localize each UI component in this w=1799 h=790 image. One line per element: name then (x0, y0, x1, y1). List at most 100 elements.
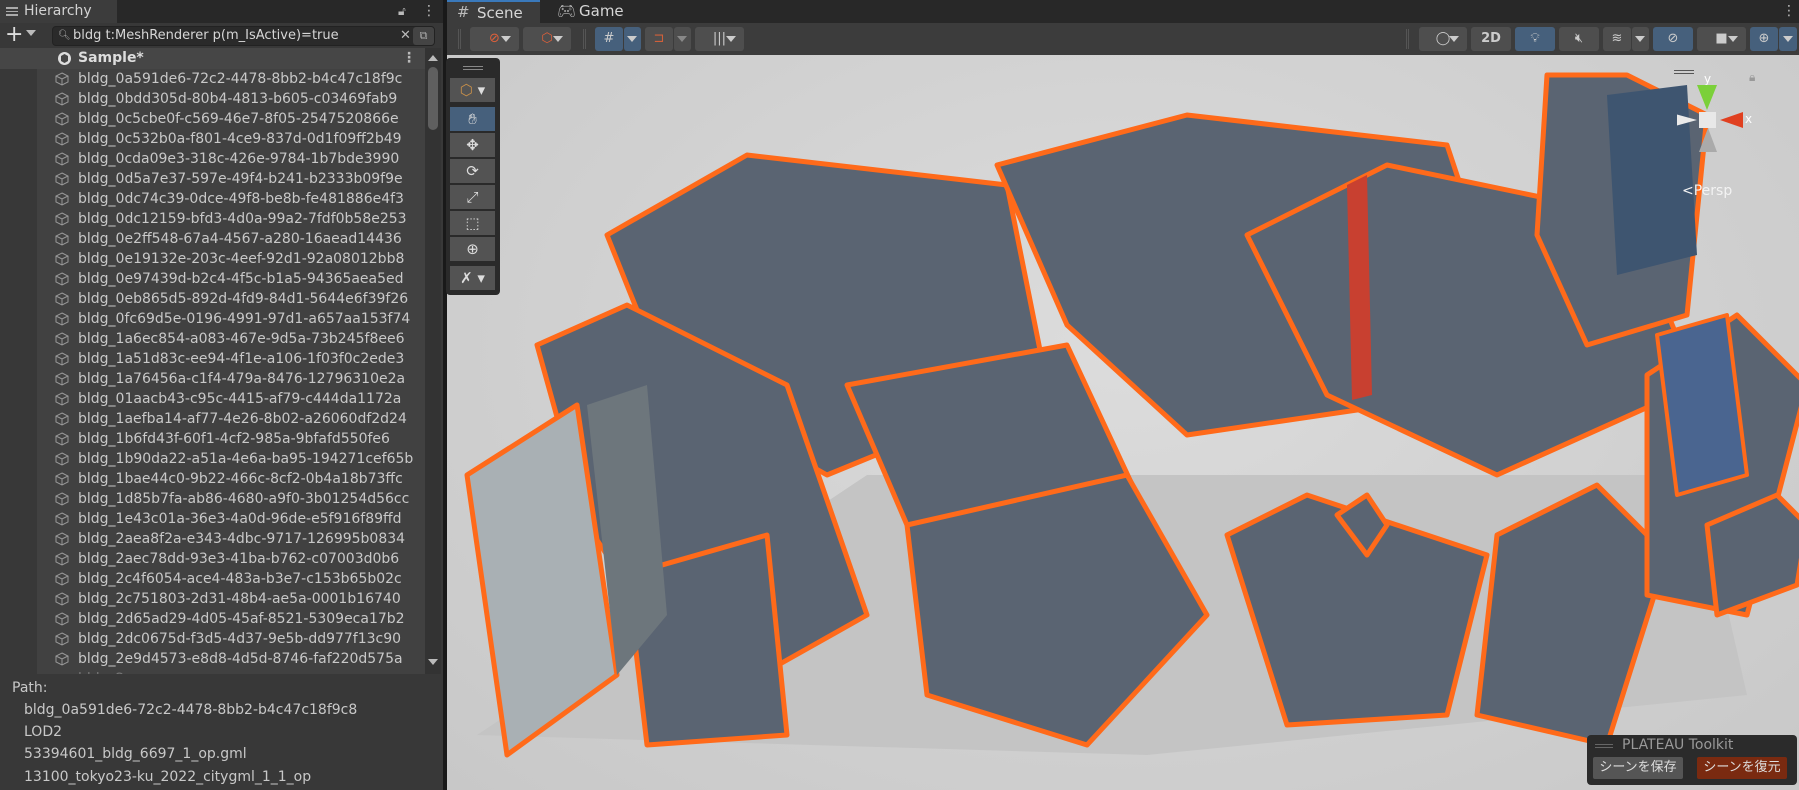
gameobject-cube-icon (55, 612, 69, 626)
gameobject-cube-icon (55, 192, 69, 206)
hierarchy-tab[interactable]: Hierarchy (0, 0, 117, 23)
tab-game[interactable]: 🎮︎ Game (547, 0, 627, 23)
scroll-down-icon[interactable] (428, 659, 438, 665)
plateau-toolkit-overlay: PLATEAU Toolkit シーンを保存 シーンを復元 (1587, 735, 1797, 785)
hierarchy-item[interactable]: bldg_1b6fd43f-60f1-4cf2-985a-9bfafd550fe… (37, 429, 425, 449)
hierarchy-item-label: bldg_2dc0675d-f3d5-4d37-9e5b-dd977f13c90 (78, 631, 402, 647)
hierarchy-item[interactable]: bldg_0c5cbe0f-c569-46e7-8f05-2547520866e (37, 109, 425, 129)
hierarchy-item[interactable]: bldg_0bdd305d-80b4-4813-b605-c03469fab9 (37, 89, 425, 109)
orientation-gizmo[interactable]: 🔒︎ y x <Persp (1674, 70, 1777, 200)
scroll-up-icon[interactable] (428, 55, 438, 61)
hierarchy-item[interactable]: bldg_0eb865d5-892d-4fd9-84d1-5644e6f39f2… (37, 289, 425, 309)
hierarchy-item-label: bldg_1b6fd43f-60f1-4cf2-985a-9bfafd550fe… (78, 431, 390, 447)
grid-icon: # (457, 3, 470, 21)
effects-dropdown[interactable] (1632, 27, 1649, 51)
hierarchy-item[interactable]: bldg_2aea8f2a-e343-4dbc-9717-126995b0834 (37, 529, 425, 549)
hierarchy-item[interactable]: bldg_0e19132e-203c-4eef-92d1-92a08012bb8 (37, 249, 425, 269)
effects-icon[interactable]: ≋ (1603, 27, 1631, 51)
view-tool-icon[interactable]: ✋︎ (450, 107, 495, 131)
lighting-toggle-icon[interactable]: 💡︎ (1515, 27, 1555, 51)
hierarchy-item[interactable]: bldg_0dc12159-bfd3-4d0a-99a2-7fdf0b58e25… (37, 209, 425, 229)
gameobject-cube-icon (55, 592, 69, 606)
grid-visibility-button[interactable]: # (595, 27, 623, 51)
gameobject-cube-icon (55, 92, 69, 106)
hierarchy-item[interactable]: bldg_0fc69d5e-0196-4991-97d1-a657aa153f7… (37, 309, 425, 329)
hierarchy-tab-bar: Hierarchy 🔓︎ ⋮ (0, 0, 443, 23)
hierarchy-item[interactable]: bldg_1a51d83c-ee94-4f1e-a106-1f03f0c2ede… (37, 349, 425, 369)
hierarchy-item[interactable]: bldg_0c532b0a-f801-4ce9-837d-0d1f09ff2b4… (37, 129, 425, 149)
gizmos-dropdown[interactable] (1779, 27, 1797, 51)
snap-dropdown[interactable] (674, 27, 691, 51)
hierarchy-item[interactable]: bldg_1aefba14-af77-4e26-8b02-a26060df2d2… (37, 409, 425, 429)
scene-viewport[interactable]: ⬡ ▾ ✋︎ ✥ ⟳ ⤢ ⬚ ⊕ ✗ ▾ 🔒︎ y x <Persp PLATE… (446, 55, 1799, 790)
scale-tool-icon[interactable]: ⤢ (450, 185, 495, 209)
create-dropdown-icon[interactable] (26, 30, 36, 36)
hierarchy-item[interactable]: bldg_1d85b7fa-ab86-4680-a9f0-3b01254d56c… (37, 489, 425, 509)
2d-toggle-button[interactable]: 2D (1471, 27, 1511, 51)
hierarchy-item[interactable]: bldg_2e9d4573-e8d8-4d5d-8746-faf220d575a (37, 649, 425, 669)
restore-scene-button[interactable]: シーンを復元 (1697, 757, 1787, 779)
gameobject-cube-icon (55, 512, 69, 526)
hierarchy-item[interactable]: bldg_01aacb43-c95c-4415-af79-c444da1172a (37, 389, 425, 409)
hierarchy-scrollbar[interactable] (425, 48, 441, 674)
hierarchy-item[interactable]: bldg_0e97439d-b2c4-4f5c-b1a5-94365aea5ed (37, 269, 425, 289)
component-tools-dropdown[interactable]: ⬡ ▾ (450, 78, 495, 102)
grid-dropdown[interactable] (624, 27, 641, 51)
snap-icon[interactable]: ⊐ (645, 27, 673, 51)
hierarchy-item[interactable]: bldg_0dc74c39-0dce-49f8-be8b-fe481886e4f… (37, 189, 425, 209)
tab-scene[interactable]: # Scene (447, 0, 540, 23)
move-tool-icon[interactable]: ✥ (450, 133, 495, 157)
custom-tools-icon[interactable]: ✗ ▾ (450, 266, 495, 290)
search-window-icon[interactable]: ⧉ (413, 27, 434, 45)
camera-dropdown[interactable]: ■ (1697, 27, 1746, 51)
hierarchy-item[interactable]: bldg_2c4f6054-ace4-483a-b3e7-c153b65b02c (37, 569, 425, 589)
hierarchy-item[interactable]: bldg_1bae44c0-9b22-466c-8cf2-0b4a18b73ff… (37, 469, 425, 489)
gizmos-icon[interactable]: ⊕ (1750, 27, 1778, 51)
drag-handle-icon[interactable] (1595, 744, 1613, 748)
scrollbar-thumb[interactable] (428, 67, 438, 130)
hierarchy-item[interactable]: bldg_2aec78dd-93e3-41ba-b762-c07003d0b6 (37, 549, 425, 569)
more-options-icon[interactable]: ⋮ (422, 4, 436, 18)
scene-options-icon[interactable]: ⋮ (1782, 4, 1796, 18)
hierarchy-item[interactable]: bldg_0a591de6-72c2-4478-8bb2-b4c47c18f9c (37, 69, 425, 89)
hierarchy-item-label: bldg_0dc74c39-0dce-49f8-be8b-fe481886e4f… (78, 191, 404, 207)
hierarchy-item[interactable]: bldg_1a76456a-c1f4-479a-8476-12796310e2a (37, 369, 425, 389)
pivot-dropdown[interactable]: ⬡ (523, 27, 571, 51)
hierarchy-item[interactable]: bldg_0e2ff548-67a4-4567-a280-16aead14436 (37, 229, 425, 249)
hierarchy-item-label: bldg_2aec78dd-93e3-41ba-b762-c07003d0b6 (78, 551, 400, 567)
lock-icon[interactable]: 🔓︎ (398, 4, 406, 19)
hierarchy-item[interactable]: bldg_0cda09e3-318c-426e-9784-1b7bde3990 (37, 149, 425, 169)
hidden-objects-icon[interactable]: ⊘ (1653, 27, 1693, 51)
gizmo-handle-dropdown[interactable]: ⊘ (470, 27, 519, 51)
hierarchy-item-label: bldg_1a51d83c-ee94-4f1e-a106-1f03f0c2ede… (78, 351, 405, 367)
transform-tool-icon[interactable]: ⊕ (450, 237, 495, 261)
increment-snap-dropdown[interactable]: ||| (695, 27, 744, 51)
scene-panel: # Scene 🎮︎ Game ⋮ ⊘ ⬡ # ⊐ ||| ◯ 2D 💡︎ 🔇︎… (446, 0, 1799, 790)
audio-mute-icon[interactable]: 🔇︎ (1559, 27, 1599, 51)
projection-label[interactable]: <Persp (1682, 183, 1732, 199)
rotate-tool-icon[interactable]: ⟳ (450, 159, 495, 183)
search-input[interactable]: 🔍︎ bldg t:MeshRenderer p(m_IsActive)=tru… (52, 26, 435, 46)
create-plus-icon[interactable]: + (5, 24, 23, 46)
rect-tool-icon[interactable]: ⬚ (450, 211, 495, 235)
clear-search-icon[interactable]: ✕ (400, 27, 411, 45)
hierarchy-item[interactable]: bldg_2d65ad29-4d05-45af-8521-5309eca17b2 (37, 609, 425, 629)
hierarchy-item[interactable]: bldg_1a6ec854-a083-467e-9d5a-73b245f8ee6 (37, 329, 425, 349)
gameobject-cube-icon (55, 152, 69, 166)
hierarchy-item[interactable]: bldg_0d5a7e37-597e-49f4-b241-b2333b09f9e (37, 169, 425, 189)
draw-mode-dropdown[interactable]: ◯ (1419, 27, 1467, 51)
hierarchy-item[interactable]: bldg_2dc0675d-f3d5-4d37-9e5b-dd977f13c90 (37, 629, 425, 649)
save-scene-button[interactable]: シーンを保存 (1593, 757, 1683, 779)
gameobject-cube-icon (55, 372, 69, 386)
hierarchy-item-label: bldg_0a591de6-72c2-4478-8bb2-b4c47c18f9c (78, 71, 403, 87)
axis-gizmo-icon[interactable] (1677, 82, 1777, 172)
scene-options-icon[interactable]: ⋮ (402, 51, 416, 65)
hierarchy-item[interactable]: bldg_2c751803-2d31-48b4-ae5a-0001b16740 (37, 589, 425, 609)
hierarchy-item[interactable]: bldg_2e... (37, 669, 425, 674)
hierarchy-item[interactable]: bldg_1b90da22-a51a-4e6a-ba95-194271cef65… (37, 449, 425, 469)
hierarchy-item[interactable]: bldg_1e43c01a-36e3-4a0d-96de-e5f916f89ff… (37, 509, 425, 529)
scene-row[interactable]: Sample* ⋮ (0, 48, 425, 69)
city-model[interactable] (447, 55, 1799, 790)
hierarchy-item-label: bldg_0e97439d-b2c4-4f5c-b1a5-94365aea5ed (78, 271, 404, 287)
drag-handle-icon[interactable] (463, 66, 483, 70)
